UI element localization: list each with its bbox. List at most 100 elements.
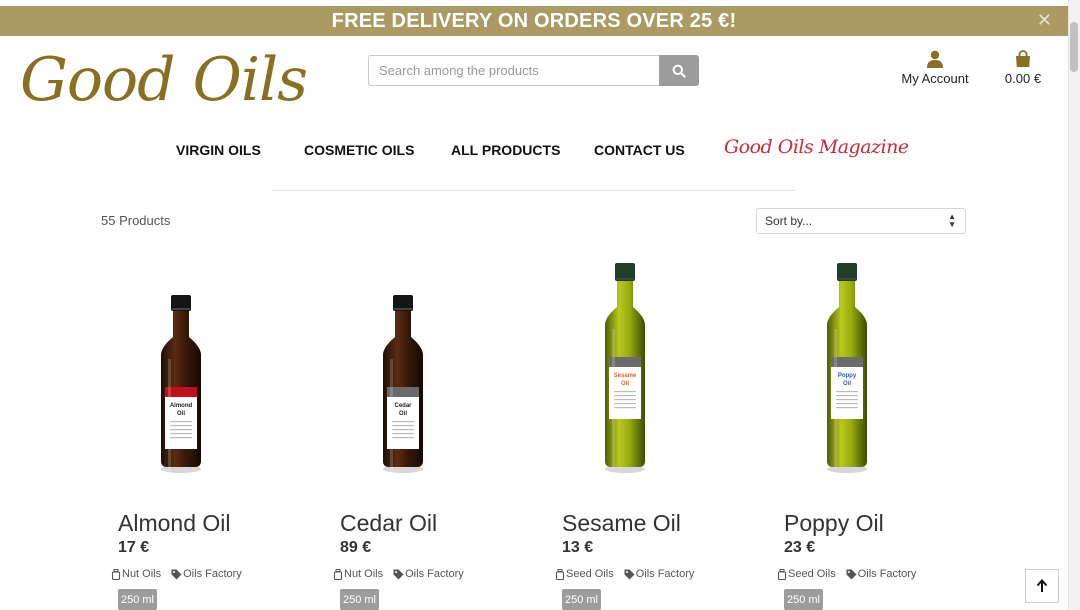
search-icon: [672, 64, 686, 78]
product-type-tag[interactable]: Seed Oils: [555, 568, 614, 580]
product-type-tag[interactable]: Seed Oils: [777, 568, 836, 580]
scrollbar-thumb[interactable]: [1070, 22, 1078, 72]
bottle-label-line: [392, 437, 414, 439]
bottle-label-text: Sesame: [614, 373, 637, 379]
size-badge[interactable]: 250 ml: [118, 589, 157, 610]
bottle-label-line: [170, 433, 192, 435]
bottle-cap-ring: [616, 278, 634, 280]
product-name[interactable]: Cedar Oil: [340, 510, 437, 537]
shopping-bag-icon: [1016, 50, 1030, 67]
bottle-illustration: Sesame Oil: [605, 263, 645, 473]
size-badge[interactable]: 250 ml: [562, 589, 601, 610]
bottle-label-line: [614, 407, 636, 409]
bottle-label-text: Oil: [621, 381, 629, 387]
bottle-label-line: [614, 399, 636, 401]
product-image[interactable]: Sesame Oil: [562, 255, 782, 485]
bottle-cap-ring: [838, 278, 856, 280]
product-brand-tag[interactable]: Oils Factory: [624, 568, 695, 580]
product-image[interactable]: Almond Oil: [118, 255, 338, 499]
bottle-highlight: [834, 329, 837, 469]
bottle-label-text: Oil: [177, 411, 185, 417]
product-name[interactable]: Almond Oil: [118, 510, 230, 537]
bottle-label-line: [836, 403, 858, 405]
cart-link[interactable]: 0.00 €: [996, 50, 1050, 86]
product-type-tag[interactable]: Nut Oils: [111, 568, 161, 580]
search-bar: [368, 55, 699, 86]
product-brand-label: Oils Factory: [183, 568, 242, 580]
product-price: 13 €: [562, 539, 594, 556]
nav-contact-us[interactable]: CONTACT US: [594, 142, 685, 158]
bottle-label-line: [614, 403, 636, 405]
product-type-label: Nut Oils: [122, 568, 162, 580]
bottle-label-line: [836, 395, 858, 397]
product-type-label: Seed Oils: [788, 568, 836, 580]
product-brand-label: Oils Factory: [405, 568, 464, 580]
bottle-label-line: [170, 425, 192, 427]
account-link[interactable]: My Account: [900, 50, 970, 86]
tag-icon: [846, 569, 857, 579]
product-tags: Seed Oils Oils Factory: [555, 568, 694, 580]
promo-banner-text: FREE DELIVERY ON ORDERS OVER 25 €!: [331, 9, 737, 32]
bottle-label-line: [392, 425, 414, 427]
product-name[interactable]: Sesame Oil: [562, 510, 681, 537]
bottle-icon: [555, 568, 565, 580]
search-input[interactable]: [368, 55, 659, 86]
bottle-label-text: Almond: [170, 403, 193, 409]
product-brand-tag[interactable]: Oils Factory: [393, 568, 464, 580]
bottle-label-line: [614, 395, 636, 397]
page-scrollbar[interactable]: [1068, 0, 1080, 610]
back-to-top-button[interactable]: [1025, 569, 1059, 603]
sort-select[interactable]: Sort by... ▲ ▼: [756, 208, 966, 234]
product-card[interactable]: Almond Oil Almond Oil 17 € Nut Oils Oils …: [111, 255, 338, 610]
promo-banner: FREE DELIVERY ON ORDERS OVER 25 €! ✕: [0, 6, 1068, 36]
user-icon: [927, 50, 943, 68]
product-type-label: Seed Oils: [566, 568, 614, 580]
bottle-illustration: Almond Oil: [161, 295, 201, 499]
nav-virgin-oils[interactable]: VIRGIN OILS: [176, 142, 261, 158]
size-badge[interactable]: 250 ml: [784, 589, 823, 610]
product-card[interactable]: Poppy Oil Poppy Oil 23 € Seed Oils Oils F…: [777, 255, 1004, 610]
bottle-icon: [111, 568, 121, 580]
bottle-highlight: [612, 329, 615, 469]
product-image[interactable]: Cedar Oil: [340, 255, 560, 499]
bottle-icon: [333, 568, 343, 580]
close-icon[interactable]: ✕: [1037, 10, 1052, 31]
nav-cosmetic-oils[interactable]: COSMETIC OILS: [304, 142, 414, 158]
bottle-label-line: [836, 391, 858, 393]
product-brand-tag[interactable]: Oils Factory: [846, 568, 916, 580]
product-name[interactable]: Poppy Oil: [784, 510, 884, 537]
product-brand-tag[interactable]: Oils Factory: [171, 568, 242, 580]
bottle-illustration: Poppy Oil: [827, 263, 867, 473]
product-image[interactable]: Poppy Oil: [784, 255, 1004, 485]
bottle-label-line: [614, 391, 636, 393]
product-count: 55 Products: [101, 213, 171, 228]
arrow-up-icon: [1036, 579, 1048, 592]
tag-icon: [171, 569, 182, 579]
cart-total: 0.00 €: [1004, 71, 1042, 86]
bottle-label-line: [392, 421, 414, 423]
bottle-highlight: [168, 359, 171, 499]
bottle-label-text: Oil: [399, 411, 407, 417]
product-card[interactable]: Sesame Oil Sesame Oil 13 € Seed Oils Oils…: [555, 255, 782, 610]
product-price: 23 €: [784, 539, 816, 556]
bottle-label-line: [836, 399, 858, 401]
product-type-tag[interactable]: Nut Oils: [333, 568, 383, 580]
size-badge[interactable]: 250 ml: [340, 589, 379, 610]
bottle-label-line: [392, 429, 414, 431]
main-nav: VIRGIN OILS COSMETIC OILS ALL PRODUCTS C…: [0, 136, 1068, 162]
bottle-label-line: [170, 421, 192, 423]
product-price: 17 €: [118, 539, 150, 556]
bottle-label-text: Poppy: [838, 373, 857, 379]
nav-magazine[interactable]: Good Oils Magazine: [724, 136, 909, 158]
site-logo[interactable]: Good Oils: [20, 40, 308, 120]
bottle-illustration: Cedar Oil: [383, 295, 423, 499]
product-brand-label: Oils Factory: [635, 568, 695, 580]
bottle-icon: [777, 568, 787, 580]
product-tags: Nut Oils Oils Factory: [333, 568, 464, 580]
sort-arrows-icon: ▲ ▼: [948, 212, 956, 229]
product-tags: Nut Oils Oils Factory: [111, 568, 242, 580]
bottle-label-line: [836, 407, 858, 409]
product-card[interactable]: Cedar Oil Cedar Oil 89 € Nut Oils Oils Fa…: [333, 255, 560, 610]
search-button[interactable]: [659, 55, 699, 86]
nav-all-products[interactable]: ALL PRODUCTS: [451, 142, 560, 158]
